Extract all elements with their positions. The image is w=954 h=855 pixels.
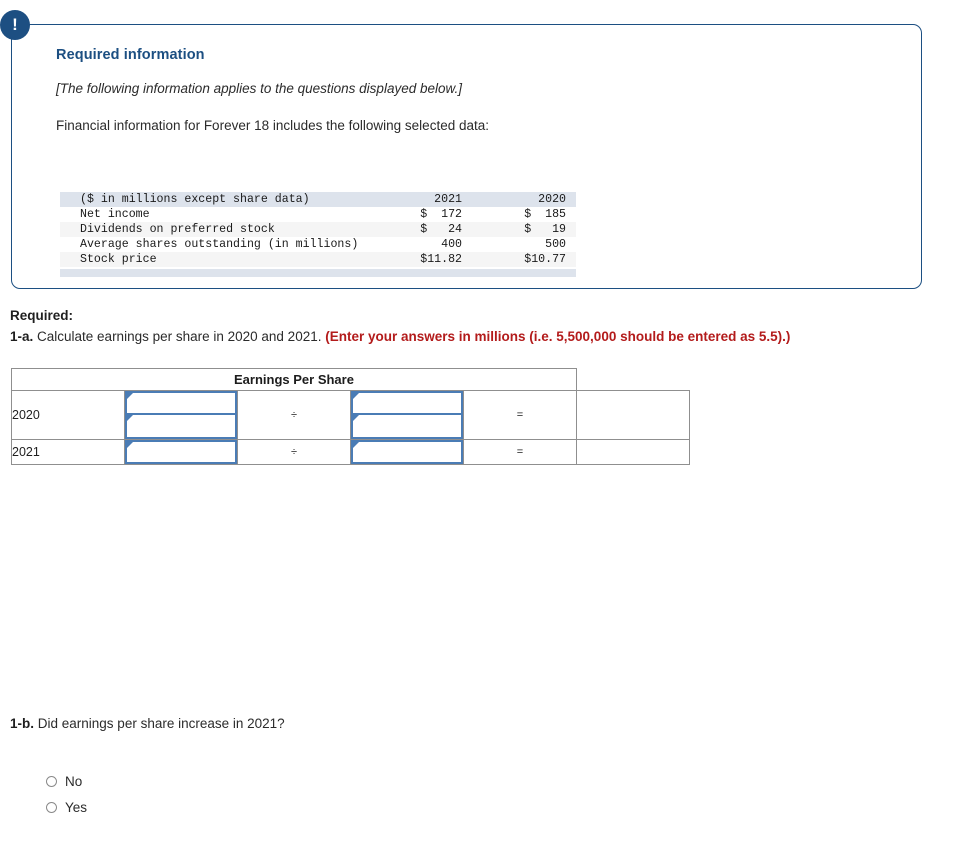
row-value-2020: $ 185 [524,208,566,221]
row-label: Stock price [80,253,157,266]
eps-row-label-2021: 2021 [11,439,125,465]
row-label: Average shares outstanding (in millions) [80,238,359,251]
eps-denominator-cell-2020 [350,390,464,440]
table-row: Dividends on preferred stock $ 24 $ 19 [60,222,576,237]
column-header-2020: 2020 [538,193,566,206]
row-value-2020: $ 19 [524,223,566,236]
column-header-2021: 2021 [434,193,462,206]
eps-numerator-input-2021[interactable] [125,440,237,464]
table-header-row: ($ in millions except share data) 2021 2… [60,192,576,207]
panel-content: Required information [The following info… [56,47,886,133]
divide-symbol-2020: ÷ [237,390,351,440]
equals-symbol-2021: = [463,439,577,465]
required-label: Required: [10,308,74,323]
panel-title: Required information [56,47,205,63]
row-value-2020: $10.77 [524,253,566,266]
eps-row-label-2020: 2020 [11,390,125,440]
applies-to-note: [The following information applies to th… [56,81,462,96]
eps-numerator-input-2020-a[interactable] [125,391,237,415]
eps-denominator-cell-2021 [350,439,464,465]
required-information-panel: Required information [The following info… [0,10,922,289]
panel-border: Required information [The following info… [11,24,922,289]
eps-numerator-cell-2020 [124,390,238,440]
question-1b-number: 1-b. [10,716,35,731]
row-value-2021: $ 172 [420,208,462,221]
row-value-2021: 400 [441,238,462,251]
question-1b-text: Did earnings per share increase in 2021? [34,716,285,731]
radio-option-no[interactable]: No [46,768,87,794]
lead-text: Financial information for Forever 18 inc… [56,118,489,133]
row-value-2021: $11.82 [420,253,462,266]
eps-denominator-input-2021[interactable] [351,440,463,464]
row-value-2021: $ 24 [420,223,462,236]
eps-header-title: Earnings Per Share [11,368,577,391]
divide-symbol-2021: ÷ [237,439,351,465]
eps-result-2020[interactable] [576,390,690,440]
radio-label-no: No [65,773,83,789]
table-row: Stock price $11.82 $10.77 [60,252,576,267]
question-1a-number: 1-a. [10,329,34,344]
radio-circle-icon[interactable] [46,775,57,787]
earnings-per-share-table: Earnings Per Share 2020 ÷ = 2021 ÷ = [11,368,690,465]
radio-label-yes: Yes [65,799,88,815]
answer-radio-group: No Yes [46,768,87,820]
eps-numerator-cell-2021 [124,439,238,465]
table-footer-bar [60,269,576,277]
required-section: Required: 1-a. Calculate earnings per sh… [10,306,940,346]
exclamation-icon: ! [0,10,30,40]
table-row: Average shares outstanding (in millions)… [60,237,576,252]
eps-result-2021[interactable] [576,439,690,465]
column-header-label: ($ in millions except share data) [80,193,310,206]
row-label: Net income [80,208,150,221]
eps-header-row: Earnings Per Share [11,368,690,391]
row-value-2020: 500 [545,238,566,251]
row-label: Dividends on preferred stock [80,223,275,236]
equals-symbol-2020: = [463,390,577,440]
question-1a: 1-a. Calculate earnings per share in 202… [10,327,940,346]
table-row: Net income $ 172 $ 185 [60,207,576,222]
question-1a-note: (Enter your answers in millions (i.e. 5,… [325,329,791,344]
radio-circle-icon[interactable] [46,801,57,813]
financial-data-table: ($ in millions except share data) 2021 2… [60,192,576,267]
eps-numerator-input-2020-b[interactable] [125,415,237,439]
question-1b: 1-b. Did earnings per share increase in … [10,716,285,731]
eps-row-2020: 2020 ÷ = [11,390,690,440]
eps-row-2021: 2021 ÷ = [11,439,690,465]
question-1a-text: Calculate earnings per share in 2020 and… [33,329,326,344]
eps-denominator-input-2020-a[interactable] [351,391,463,415]
radio-option-yes[interactable]: Yes [46,794,87,820]
eps-denominator-input-2020-b[interactable] [351,415,463,439]
